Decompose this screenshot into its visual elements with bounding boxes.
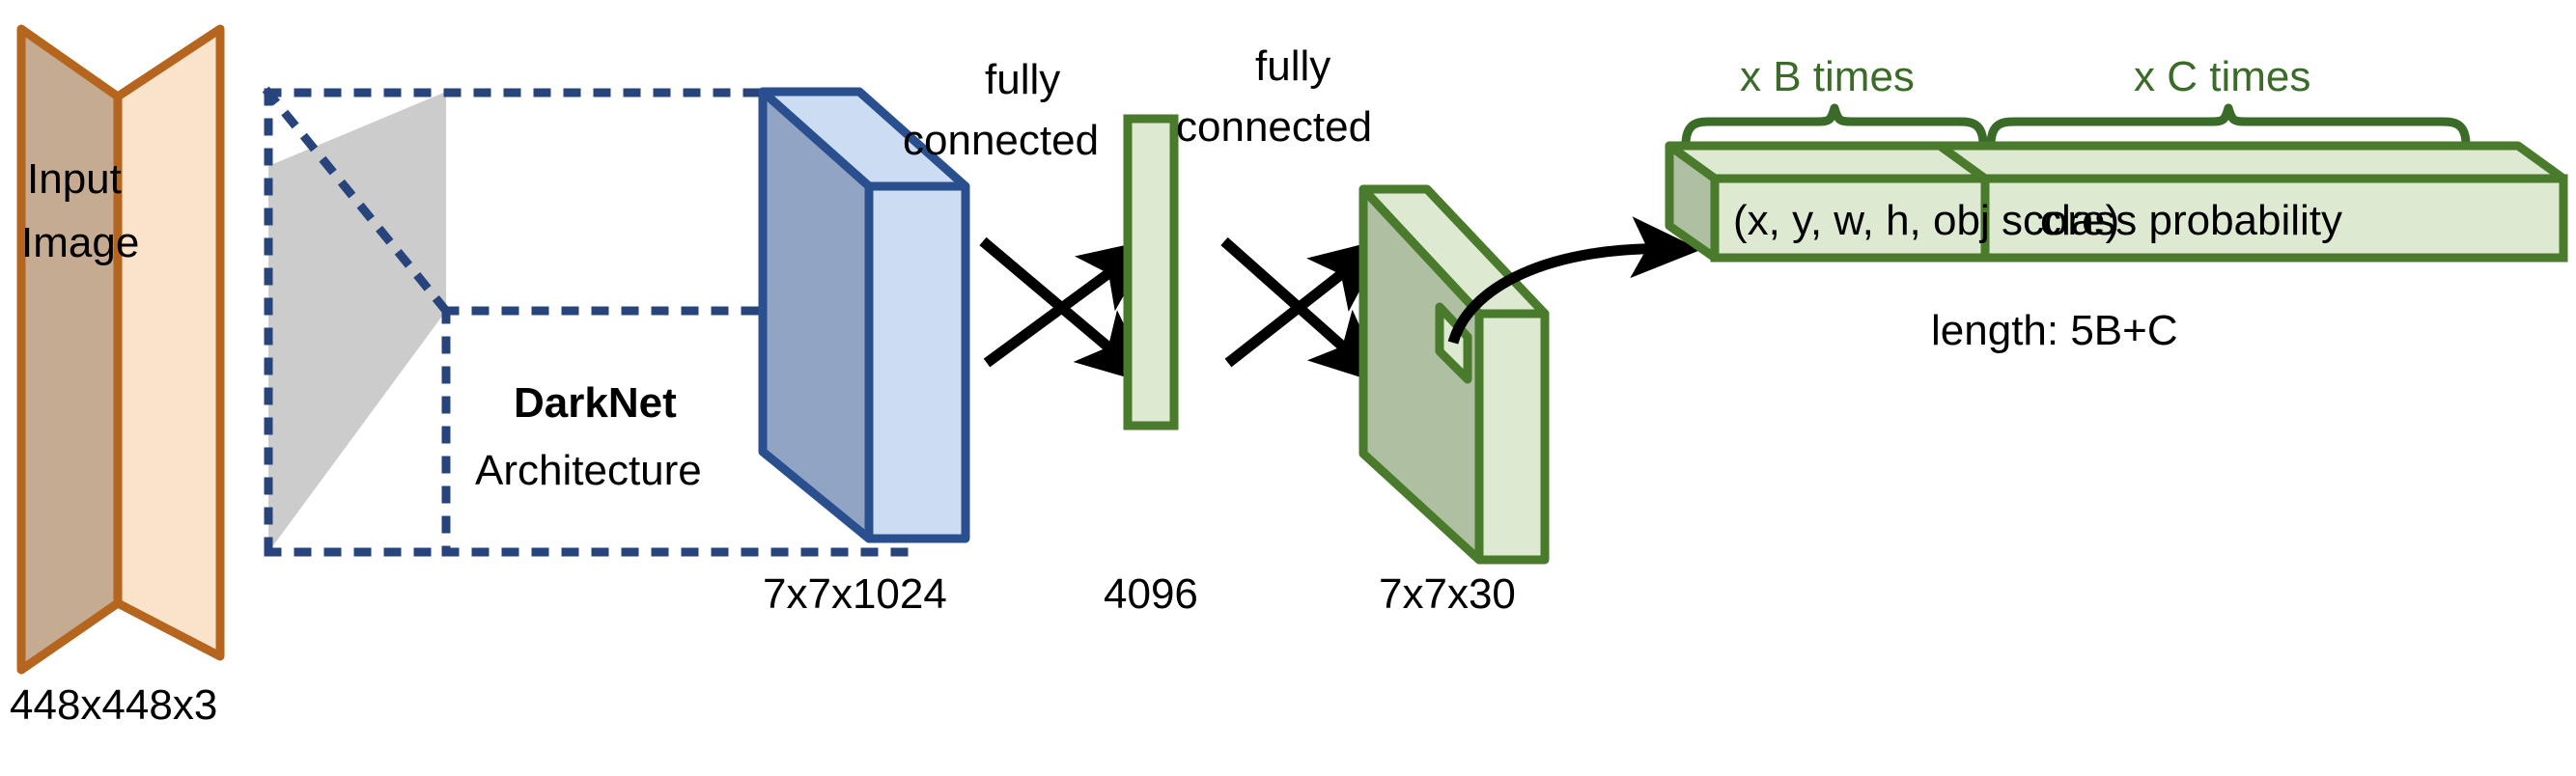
output-vector-top-face xyxy=(1665,141,2568,183)
brace-c xyxy=(1986,103,2471,150)
fc-vector-4096: 4096 xyxy=(1104,114,1198,618)
fc-cross-arrows-1 xyxy=(979,236,1157,386)
darknet-name-label: DarkNet xyxy=(514,379,677,427)
conv-block-side-face xyxy=(864,181,970,543)
fc2-line1: fully xyxy=(1255,42,1330,90)
fully-connected-label-1: fully connected xyxy=(903,56,1099,164)
darknet-gray-plane xyxy=(268,92,446,552)
input-image-front-face xyxy=(16,24,123,675)
input-image-side-face xyxy=(113,24,225,661)
fully-connected-label-2: fully connected xyxy=(1176,42,1372,151)
conv-feature-block: 7x7x1024 xyxy=(758,87,970,618)
brace-b-group: x B times xyxy=(1681,53,1988,150)
brace-b-label: x B times xyxy=(1740,53,1915,100)
output-grid-dimension-label: 7x7x30 xyxy=(1379,570,1516,618)
architecture-diagram: Input Image 448x448x3 DarkNet Architectu… xyxy=(10,24,2568,729)
input-image-label-line2: Image xyxy=(21,219,139,266)
darknet-architecture-label: Architecture xyxy=(475,447,702,494)
output-grid-side-face xyxy=(1474,309,1550,565)
input-image-block: Input Image xyxy=(16,24,225,675)
brace-c-group: x C times xyxy=(1986,53,2471,150)
fc1-line1: fully xyxy=(985,56,1060,103)
output-vector-cell-c-label: class probability xyxy=(2040,197,2342,244)
brace-b xyxy=(1681,103,1988,150)
fc1-line2: connected xyxy=(903,117,1099,164)
input-dimension-label: 448x448x3 xyxy=(10,681,217,729)
fc2-line2: connected xyxy=(1176,103,1372,151)
fc-cross-arrows-2 xyxy=(1220,236,1388,386)
output-vector-length-label: length: 5B+C xyxy=(1931,307,2178,354)
brace-c-label: x C times xyxy=(2134,53,2310,100)
diagram-canvas: Input Image 448x448x3 DarkNet Architectu… xyxy=(0,0,2576,776)
output-vector-bar: (x, y, w, h, obj score) class probabilit… xyxy=(1665,141,2568,263)
fc-vector-rect xyxy=(1123,114,1179,430)
fc-vector-dimension-label: 4096 xyxy=(1104,570,1198,618)
input-image-label-line1: Input xyxy=(27,155,122,203)
output-grid-block: 7x7x30 xyxy=(1358,184,1550,618)
conv-block-dimension-label: 7x7x1024 xyxy=(763,570,947,618)
